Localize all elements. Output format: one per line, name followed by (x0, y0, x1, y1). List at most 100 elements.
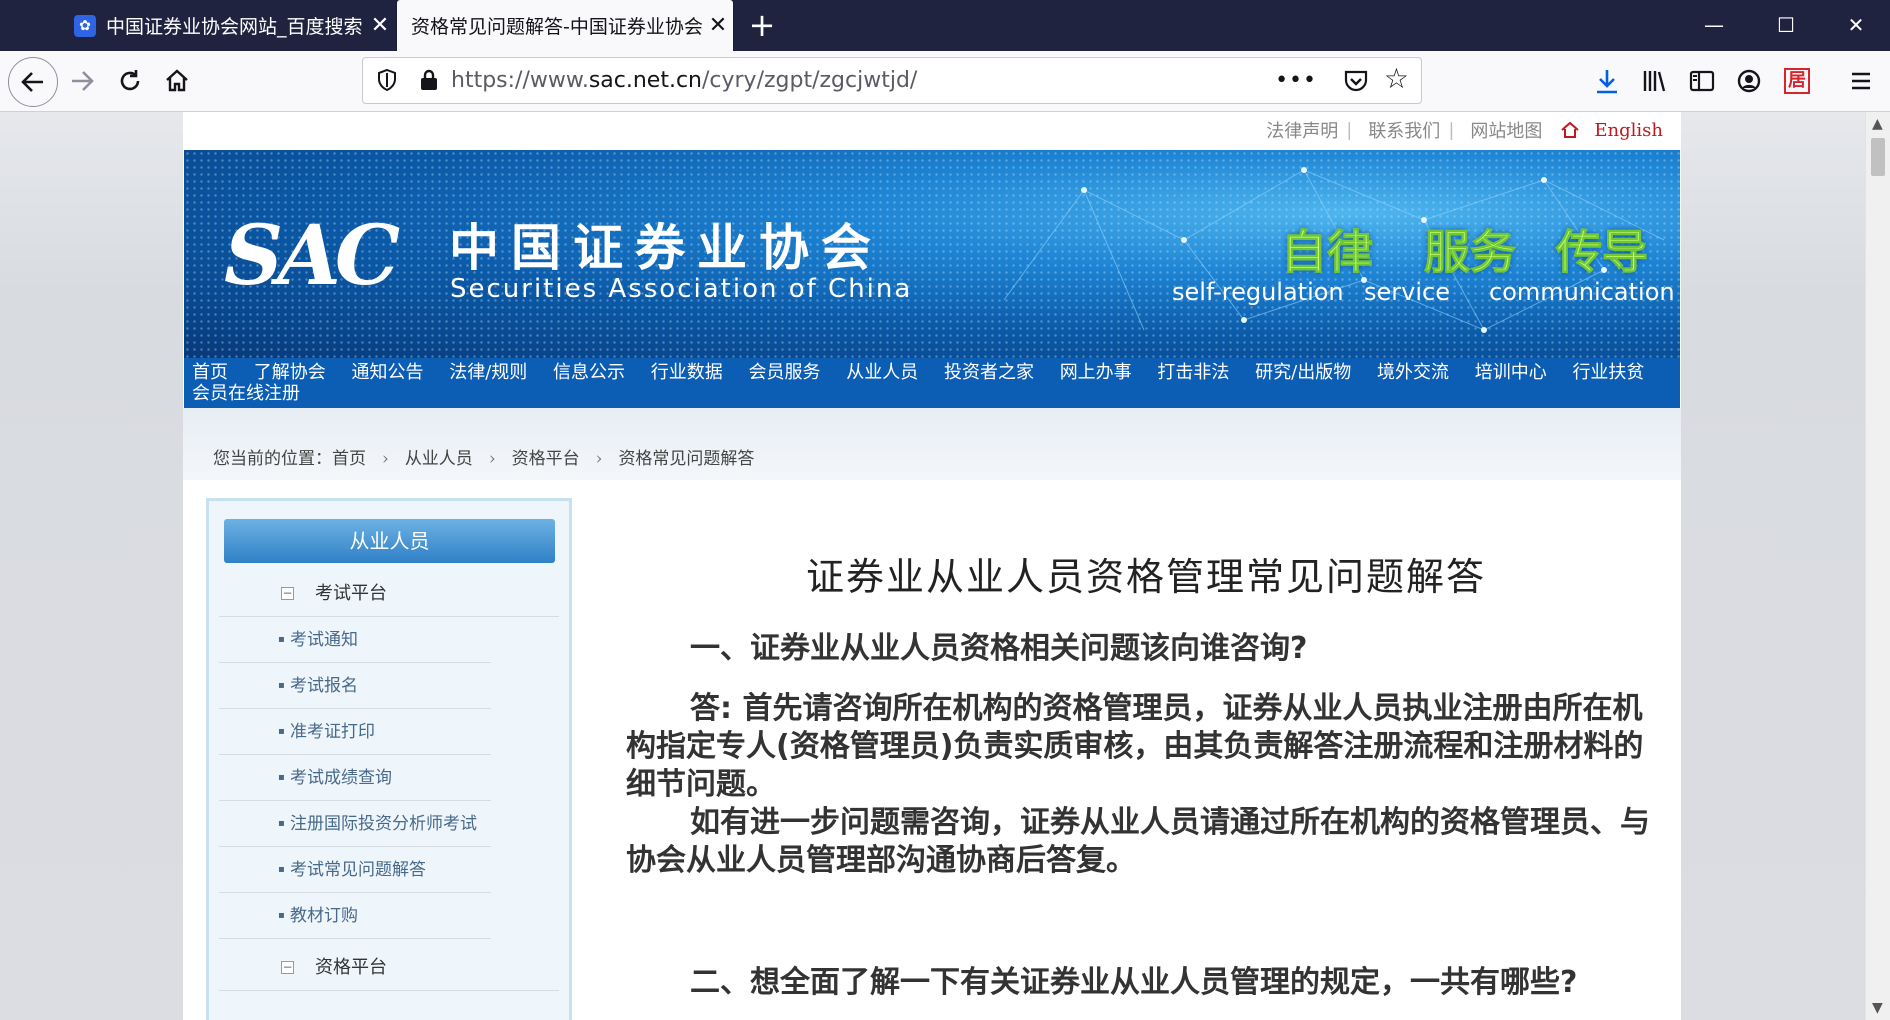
nav-member-registration[interactable]: 会员在线注册 (192, 383, 300, 404)
url-prefix: https://www. (451, 68, 589, 93)
back-button[interactable] (8, 57, 58, 107)
nav-notices[interactable]: 通知公告 (351, 362, 423, 383)
page-viewport: 法律声明 | 联系我们 | 网站地图 English SAC 中国证券业协会 S… (0, 112, 1865, 1020)
sidebar-item-admission-ticket[interactable]: 准考证打印 (219, 709, 491, 755)
account-icon[interactable] (1732, 64, 1766, 98)
collapse-icon[interactable]: − (281, 587, 294, 600)
sidebar-item-textbook-order[interactable]: 教材订购 (219, 893, 491, 939)
breadcrumb-qualification-platform[interactable]: 资格平台 (512, 449, 580, 469)
scroll-down-arrow-icon[interactable]: ▼ (1872, 1000, 1883, 1016)
lock-icon[interactable] (417, 68, 441, 92)
nav-anti-illegal[interactable]: 打击非法 (1157, 362, 1229, 383)
sidebar-group-exam[interactable]: − 考试平台 (219, 571, 559, 617)
bookmark-star-icon[interactable]: ☆ (1384, 62, 1409, 95)
nav-laws[interactable]: 法律/规则 (449, 362, 527, 383)
breadcrumb-prefix: 您当前的位置： (213, 449, 332, 469)
library-icon[interactable] (1637, 64, 1671, 98)
legal-notice-link[interactable]: 法律声明 (1266, 117, 1338, 143)
nav-research[interactable]: 研究/出版物 (1255, 362, 1351, 383)
sidebar-toggle-icon[interactable] (1685, 64, 1719, 98)
sidebar-group-label: 资格平台 (315, 957, 387, 978)
breadcrumb-current[interactable]: 资格常见问题解答 (618, 449, 754, 469)
breadcrumb-practitioners[interactable]: 从业人员 (405, 449, 473, 469)
scrollbar-thumb[interactable] (1871, 138, 1885, 176)
tab-title: 资格常见问题解答-中国证券业协会 (411, 16, 703, 38)
sidebar-item-exam-notice[interactable]: 考试通知 (219, 617, 491, 663)
pocket-icon[interactable] (1343, 68, 1369, 94)
slogan-communication-en: communication (1489, 278, 1675, 306)
slogan-service: 服务 (1424, 225, 1517, 280)
chevron-right-icon: › (595, 449, 603, 469)
sac-logo[interactable]: SAC (224, 208, 400, 304)
nav-industry-data[interactable]: 行业数据 (651, 362, 723, 383)
sidebar-title[interactable]: 从业人员 (224, 519, 555, 563)
baidu-paw-icon: ✿ (74, 14, 96, 37)
nav-practitioners[interactable]: 从业人员 (846, 362, 918, 383)
scroll-up-arrow-icon[interactable]: ▲ (1872, 116, 1883, 132)
breadcrumb-home[interactable]: 首页 (332, 449, 366, 469)
nav-overseas[interactable]: 境外交流 (1377, 362, 1449, 383)
reload-button[interactable] (110, 61, 150, 101)
sidebar-item-ciia-exam[interactable]: 注册国际投资分析师考试 (219, 801, 491, 847)
address-bar[interactable]: https://www.sac.net.cn/cyry/zgpt/zgcjwtj… (362, 57, 1422, 104)
chevron-right-icon: › (488, 449, 496, 469)
new-tab-button[interactable]: + (742, 6, 782, 46)
slogan-self-regulation: 自律 (1281, 225, 1374, 280)
downloads-icon[interactable] (1590, 64, 1624, 98)
sitemap-link[interactable]: 网站地图 (1470, 117, 1542, 143)
tab-sac-faq[interactable]: 资格常见问题解答-中国证券业协会 ✕ (397, 0, 733, 51)
site-name-cn: 中国证券业协会 (449, 218, 883, 277)
minimize-button[interactable]: — (1680, 0, 1748, 51)
english-link[interactable]: English (1560, 120, 1663, 141)
nav-home[interactable]: 首页 (192, 362, 228, 383)
sidebar-group-qualification[interactable]: − 资格平台 (219, 945, 559, 991)
nav-about[interactable]: 了解协会 (254, 362, 326, 383)
breadcrumb: 您当前的位置：首页 › 从业人员 › 资格平台 › 资格常见问题解答 (183, 408, 1681, 480)
url-text[interactable]: https://www.sac.net.cn/cyry/zgpt/zgcjwtj… (451, 58, 917, 103)
reload-icon (120, 70, 140, 91)
sidebar-item-exam-faq[interactable]: 考试常见问题解答 (219, 847, 491, 893)
forward-button[interactable] (62, 61, 102, 101)
close-tab-icon[interactable]: ✕ (365, 13, 395, 38)
sidebar-item-score-query[interactable]: 考试成绩查询 (219, 755, 491, 801)
collapse-icon[interactable]: − (281, 961, 294, 974)
contact-us-link[interactable]: 联系我们 (1368, 117, 1440, 143)
home-button[interactable] (157, 61, 197, 101)
page-actions-menu-icon[interactable]: ••• (1275, 58, 1317, 103)
sidebar-group-label: 考试平台 (315, 583, 387, 604)
nav-poverty-alleviation[interactable]: 行业扶贫 (1572, 362, 1644, 383)
answer-1: 答: 首先请咨询所在机构的资格管理员，证券从业人员执业注册由所在机构指定专人(资… (626, 691, 1644, 802)
nav-disclosure[interactable]: 信息公示 (553, 362, 625, 383)
close-window-button[interactable]: ✕ (1822, 0, 1890, 51)
tab-title: 中国证券业协会网站_百度搜索 (106, 16, 363, 38)
hamburger-menu-icon[interactable] (1844, 64, 1878, 98)
site-name-en: Securities Association of China (450, 274, 913, 304)
nav-training[interactable]: 培训中心 (1475, 362, 1547, 383)
page-container: 法律声明 | 联系我们 | 网站地图 English SAC 中国证券业协会 S… (183, 112, 1681, 1020)
slogan-communication: 传导 (1556, 225, 1649, 280)
back-arrow-icon (21, 72, 43, 92)
tracking-shield-icon[interactable] (375, 68, 399, 92)
answer-1-followup: 如有进一步问题需咨询，证券从业人员请通过所在机构的资格管理员、与协会从业人员管理… (626, 805, 1650, 878)
nav-online-services[interactable]: 网上办事 (1060, 362, 1132, 383)
forward-arrow-icon (72, 71, 94, 91)
left-sidebar: 从业人员 − 考试平台 考试通知 考试报名 准考证打印 考试成绩查询 注册国际投… (206, 498, 572, 1020)
close-tab-icon[interactable]: ✕ (703, 13, 733, 38)
vertical-scrollbar[interactable]: ▲ ▼ (1865, 112, 1890, 1020)
url-domain: sac.net.cn (588, 68, 702, 93)
question-2: 二、想全面了解一下有关证券业从业人员管理的规定，一共有哪些? (690, 965, 1578, 1000)
nav-investors[interactable]: 投资者之家 (944, 362, 1034, 383)
extension-icon[interactable]: 居 (1780, 64, 1814, 98)
question-1: 一、证券业从业人员资格相关问题该向谁咨询? (690, 631, 1308, 666)
sidebar-item-exam-registration[interactable]: 考试报名 (219, 663, 491, 709)
top-links: 法律声明 | 联系我们 | 网站地图 English (1258, 117, 1663, 143)
nav-member-services[interactable]: 会员服务 (748, 362, 820, 383)
home-icon (166, 69, 188, 92)
separator: | (1346, 119, 1353, 141)
url-path: /cyry/zgpt/zgcjwtjd/ (701, 68, 918, 93)
home-icon (1561, 121, 1580, 138)
chevron-right-icon: › (382, 449, 389, 469)
navigation-toolbar: https://www.sac.net.cn/cyry/zgpt/zgcjwtj… (0, 51, 1890, 112)
tab-baidu-search[interactable]: ✿ 中国证券业协会网站_百度搜索 ✕ (62, 0, 395, 51)
maximize-button[interactable]: ☐ (1752, 0, 1820, 51)
